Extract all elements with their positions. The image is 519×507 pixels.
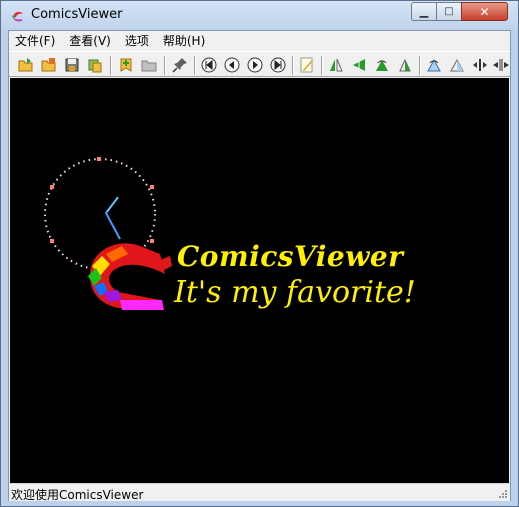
- status-text: 欢迎使用ComicsViewer: [11, 488, 144, 502]
- rotate-icon[interactable]: [373, 56, 391, 74]
- bookmark-add-icon[interactable]: [117, 56, 135, 74]
- toolbar-separator: [419, 56, 421, 75]
- toolbar-separator: [292, 56, 294, 75]
- status-bar: 欢迎使用ComicsViewer: [9, 483, 510, 502]
- fit-split-icon[interactable]: [492, 56, 510, 74]
- edit-icon[interactable]: [298, 56, 316, 74]
- menu-view[interactable]: 查看(V): [62, 31, 118, 51]
- mirror-icon[interactable]: [425, 56, 443, 74]
- rotate-left-icon[interactable]: [350, 56, 368, 74]
- first-page-icon[interactable]: [200, 56, 218, 74]
- resize-grip-icon[interactable]: [497, 488, 508, 499]
- logo-subtitle: It's my favorite!: [174, 275, 416, 310]
- app-window: ComicsViewer ▁ □ ✕ 文件(F) 查看(V) 选项 帮助(H): [0, 0, 519, 507]
- window-title: ComicsViewer: [31, 7, 123, 22]
- open-folder-icon[interactable]: [17, 56, 35, 74]
- next-page-icon[interactable]: [246, 56, 264, 74]
- menu-options[interactable]: 选项: [118, 31, 156, 51]
- save-icon[interactable]: [63, 56, 81, 74]
- menu-help[interactable]: 帮助(H): [156, 31, 212, 51]
- close-button[interactable]: ✕: [461, 2, 508, 21]
- bookmark-folder-icon[interactable]: [140, 56, 158, 74]
- previous-page-icon[interactable]: [223, 56, 241, 74]
- image-viewer[interactable]: ComicsViewer It's my favorite!: [10, 78, 509, 483]
- toolbar-separator: [194, 56, 196, 75]
- mirror-right-icon[interactable]: [448, 56, 466, 74]
- copy-icon[interactable]: [86, 56, 104, 74]
- title-bar[interactable]: ComicsViewer ▁ □ ✕: [1, 1, 518, 30]
- clock-hands: [104, 196, 121, 240]
- app-icon: [12, 11, 23, 22]
- logo-swirl: [90, 243, 165, 308]
- toolbar-separator: [321, 56, 323, 75]
- pin-icon[interactable]: [171, 56, 189, 74]
- last-page-icon[interactable]: [269, 56, 287, 74]
- menu-file[interactable]: 文件(F): [9, 31, 62, 51]
- open-recent-icon[interactable]: [40, 56, 58, 74]
- toolbar-separator: [110, 56, 112, 75]
- client-area: 文件(F) 查看(V) 选项 帮助(H) ComicsViewer It's m…: [8, 30, 511, 502]
- rotate-right-icon[interactable]: [396, 56, 414, 74]
- logo-title: ComicsViewer: [177, 240, 404, 273]
- fit-width-icon[interactable]: [471, 56, 489, 74]
- toolbar-separator: [164, 56, 166, 75]
- minimize-button[interactable]: ▁: [411, 2, 437, 21]
- maximize-button[interactable]: □: [436, 2, 462, 21]
- flip-icon[interactable]: [327, 56, 345, 74]
- toolbar: [9, 51, 510, 77]
- menu-bar: 文件(F) 查看(V) 选项 帮助(H): [9, 31, 510, 51]
